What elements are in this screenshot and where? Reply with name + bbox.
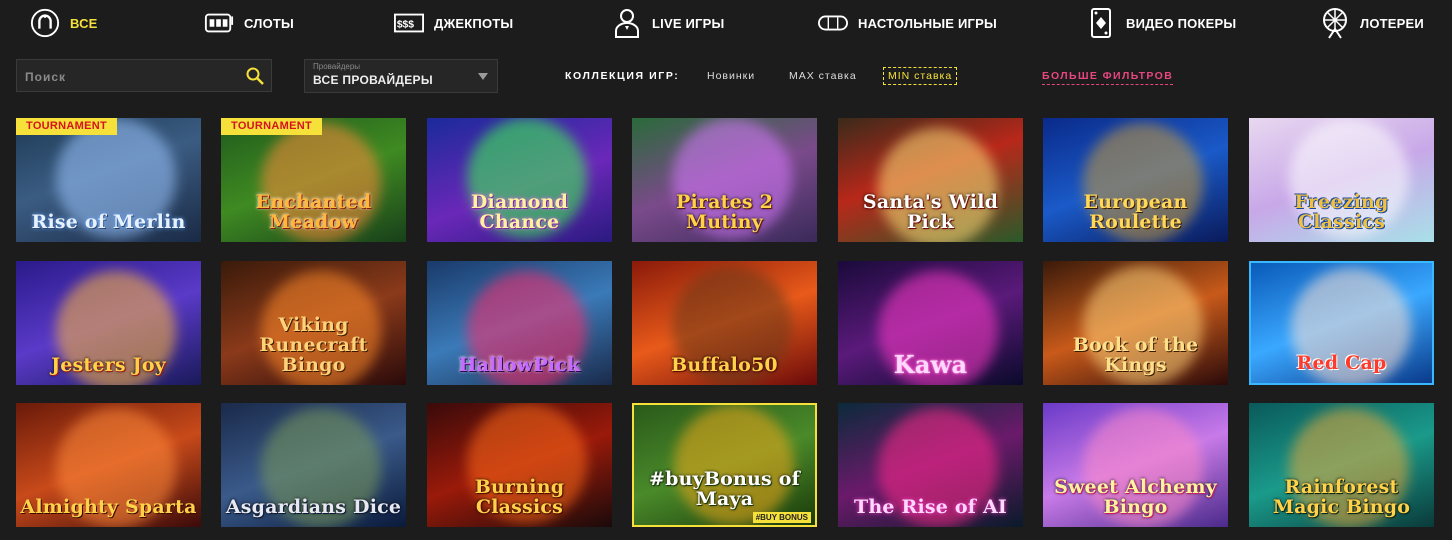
collection-link-max-bet[interactable]: MAX ставка [789,70,857,82]
game-tile[interactable]: Almighty Sparta [16,403,201,527]
game-title: Red Cap [1296,352,1387,374]
horseshoe-icon [30,8,60,38]
game-title: Jesters Joy [51,354,166,376]
provider-value: ВСЕ ПРОВАЙДЕРЫ [313,73,433,87]
game-tile[interactable]: Burning Classics [427,403,612,527]
game-title: Enchanted Meadow [255,191,372,233]
buy-bonus-badge: #BUY BONUS [752,512,811,523]
game-tile[interactable]: Enchanted Meadow TOURNAMENT [221,118,406,242]
slot-machine-icon [204,8,234,38]
search-icon[interactable] [245,66,265,86]
dealer-icon [612,8,642,38]
svg-text:$$$: $$$ [397,20,414,31]
nav-label: НАСТОЛЬНЫЕ ИГРЫ [858,15,997,31]
game-tile[interactable]: Book of the Kings [1043,261,1228,385]
nav-label: LIVE ИГРЫ [652,15,725,31]
game-title: Book of the Kings [1072,334,1199,376]
game-title: Buffalo50 [671,354,778,376]
category-nav: ВСЕ СЛОТЫ $$$ ДЖЕКПОТЫ LIVE ИГРЫ НАСТОЛЬ… [0,0,1452,46]
provider-caption: Провайдеры [313,62,361,71]
game-title: Asgardians Dice [225,496,402,518]
game-tile[interactable]: European Roulette [1043,118,1228,242]
game-title: #buyBonus of Maya [649,468,800,510]
search-box [16,59,272,93]
game-tile[interactable]: Buffalo50 [632,261,817,385]
nav-item-video-poker[interactable]: ВИДЕО ПОКЕРЫ [1086,6,1236,40]
game-tile[interactable]: #buyBonus of Maya #BUY BONUS [632,403,817,527]
game-tile[interactable]: Red Cap [1249,261,1434,385]
game-tile[interactable]: Jesters Joy [16,261,201,385]
game-tile[interactable]: HallowPick [427,261,612,385]
game-tile[interactable]: The Rise of AI [838,403,1023,527]
nav-label: ВСЕ [70,15,98,31]
game-tile[interactable]: Rise of Merlin TOURNAMENT [16,118,201,242]
more-filters-link[interactable]: БОЛЬШЕ ФИЛЬТРОВ [1042,70,1174,85]
search-input[interactable] [17,60,247,93]
chevron-down-icon [478,73,488,80]
tournament-badge: TOURNAMENT [221,118,323,135]
game-tile[interactable]: Diamond Chance [427,118,612,242]
game-tile[interactable]: Sweet Alchemy Bingo [1043,403,1228,527]
game-title: Rise of Merlin [31,211,186,233]
game-title: Burning Classics [474,476,565,518]
game-title: Sweet Alchemy Bingo [1054,476,1217,518]
game-tile[interactable]: Rainforest Magic Bingo [1249,403,1434,527]
game-title: Rainforest Magic Bingo [1272,476,1411,518]
game-title: Freezing Classics [1294,191,1389,233]
tournament-badge: TOURNAMENT [16,118,118,135]
game-tile[interactable]: Kawa [838,261,1023,385]
lottery-wheel-icon [1320,8,1350,39]
nav-item-lottery[interactable]: ЛОТЕРЕИ [1320,6,1424,40]
nav-label: ВИДЕО ПОКЕРЫ [1126,15,1237,31]
nav-label: ЛОТЕРЕИ [1360,15,1424,31]
game-title: The Rise of AI [854,496,1007,518]
game-title: Diamond Chance [470,191,569,233]
nav-item-jackpots[interactable]: $$$ ДЖЕКПОТЫ [394,6,513,40]
game-title: Viking Runecraft Bingo [259,314,368,376]
game-tile[interactable]: Santa's Wild Pick [838,118,1023,242]
playing-card-icon [1086,8,1116,38]
game-tile[interactable]: Viking Runecraft Bingo [221,261,406,385]
collection-link-new[interactable]: Новинки [707,70,755,82]
game-tile[interactable]: Freezing Classics [1249,118,1434,242]
game-tile[interactable]: Asgardians Dice [221,403,406,527]
nav-label: ДЖЕКПОТЫ [434,15,514,31]
game-title: Pirates 2 Mutiny [675,191,774,233]
nav-item-slots[interactable]: СЛОТЫ [204,6,294,40]
nav-item-all[interactable]: ВСЕ [30,6,98,40]
provider-select[interactable]: Провайдеры ВСЕ ПРОВАЙДЕРЫ [304,59,498,93]
game-title: Almighty Sparta [20,496,197,518]
table-icon [818,8,848,38]
jackpot-icon: $$$ [394,8,424,38]
game-title: Santa's Wild Pick [862,191,999,233]
game-title: Kawa [893,350,968,379]
nav-item-table[interactable]: НАСТОЛЬНЫЕ ИГРЫ [818,6,997,40]
collection-label: КОЛЛЕКЦИЯ ИГР: [565,70,680,82]
collection-link-min-bet[interactable]: MIN ставка [883,67,958,85]
game-title: European Roulette [1083,191,1188,233]
game-tile[interactable]: Pirates 2 Mutiny [632,118,817,242]
nav-item-live[interactable]: LIVE ИГРЫ [612,6,724,40]
game-title: HallowPick [458,354,581,376]
nav-label: СЛОТЫ [244,15,294,31]
